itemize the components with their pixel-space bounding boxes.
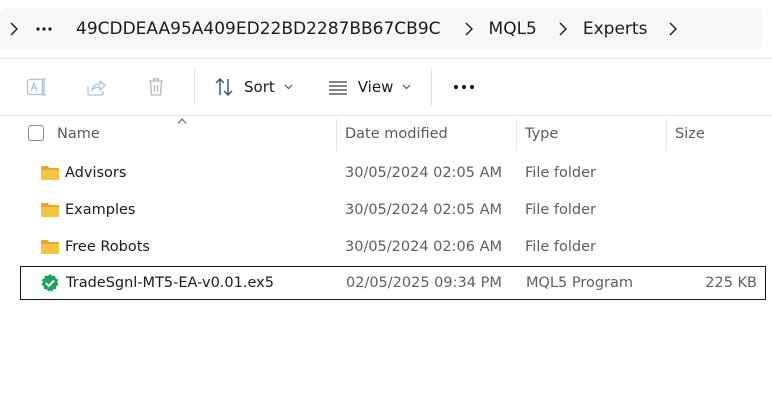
breadcrumb-chevron-icon[interactable] — [549, 15, 577, 43]
view-label: View — [357, 78, 394, 96]
column-header-row: Name Date modified Type Size — [0, 117, 772, 151]
delete-icon[interactable] — [126, 67, 186, 107]
file-type: File folder — [525, 165, 596, 181]
column-divider[interactable] — [666, 119, 667, 151]
file-name: Examples — [65, 202, 136, 218]
column-divider[interactable] — [336, 119, 337, 151]
breadcrumb-chevron-icon[interactable] — [455, 15, 483, 43]
sort-ascending-icon — [177, 118, 187, 124]
mql5-program-icon — [40, 273, 60, 293]
file-date-modified: 02/05/2025 09:34 PM — [346, 275, 502, 291]
address-bar[interactable]: 49CDDEAA95A409ED22BD2287BB67CB9C MQL5 Ex… — [0, 8, 762, 50]
file-name: TradeSgnl-MT5-EA-v0.01.ex5 — [66, 275, 274, 291]
file-row[interactable]: Advisors 30/05/2024 02:05 AM File folder — [20, 156, 766, 190]
breadcrumb-item-profile-folder[interactable]: 49CDDEAA95A409ED22BD2287BB67CB9C — [70, 19, 447, 39]
select-all-checkbox[interactable] — [28, 125, 44, 141]
chevron-down-icon — [402, 84, 411, 90]
breadcrumb-item-experts[interactable]: Experts — [577, 19, 654, 39]
sort-label: Sort — [244, 78, 275, 96]
breadcrumb-chevron-icon[interactable] — [0, 15, 28, 43]
rename-icon[interactable] — [6, 67, 66, 107]
share-icon[interactable] — [66, 67, 126, 107]
column-type[interactable]: Type — [525, 117, 558, 151]
breadcrumb-overflow-icon[interactable] — [28, 15, 60, 43]
view-list-icon — [327, 76, 349, 98]
file-row[interactable]: Free Robots 30/05/2024 02:06 AM File fol… — [20, 230, 766, 264]
folder-icon — [40, 237, 60, 257]
file-date-modified: 30/05/2024 02:05 AM — [345, 202, 503, 218]
sort-button[interactable]: Sort — [203, 67, 303, 107]
toolbar-divider — [431, 68, 433, 106]
file-explorer-window: 49CDDEAA95A409ED22BD2287BB67CB9C MQL5 Ex… — [0, 0, 772, 396]
breadcrumb-chevron-icon[interactable] — [659, 15, 687, 43]
column-size[interactable]: Size — [675, 117, 705, 151]
column-divider[interactable] — [516, 119, 517, 151]
file-name: Free Robots — [65, 239, 150, 255]
file-size: 225 KB — [705, 275, 757, 291]
view-button[interactable]: View — [317, 67, 422, 107]
chevron-down-icon — [284, 84, 293, 90]
toolbar-divider — [194, 68, 195, 106]
file-type: File folder — [525, 239, 596, 255]
more-options-icon[interactable] — [440, 67, 488, 107]
folder-icon — [40, 200, 60, 220]
column-date-modified[interactable]: Date modified — [345, 117, 448, 151]
file-date-modified: 30/05/2024 02:06 AM — [345, 239, 503, 255]
folder-icon — [40, 163, 60, 183]
file-row-selected[interactable]: TradeSgnl-MT5-EA-v0.01.ex5 02/05/2025 09… — [20, 266, 766, 300]
file-date-modified: 30/05/2024 02:05 AM — [345, 165, 503, 181]
file-type: MQL5 Program — [526, 275, 634, 291]
command-bar: Sort View — [0, 58, 772, 116]
file-name: Advisors — [65, 165, 127, 181]
breadcrumb-item-mql5[interactable]: MQL5 — [483, 19, 543, 39]
file-type: File folder — [525, 202, 596, 218]
column-name[interactable]: Name — [57, 117, 100, 151]
file-row[interactable]: Examples 30/05/2024 02:05 AM File folder — [20, 193, 766, 227]
sort-icon — [213, 76, 235, 98]
